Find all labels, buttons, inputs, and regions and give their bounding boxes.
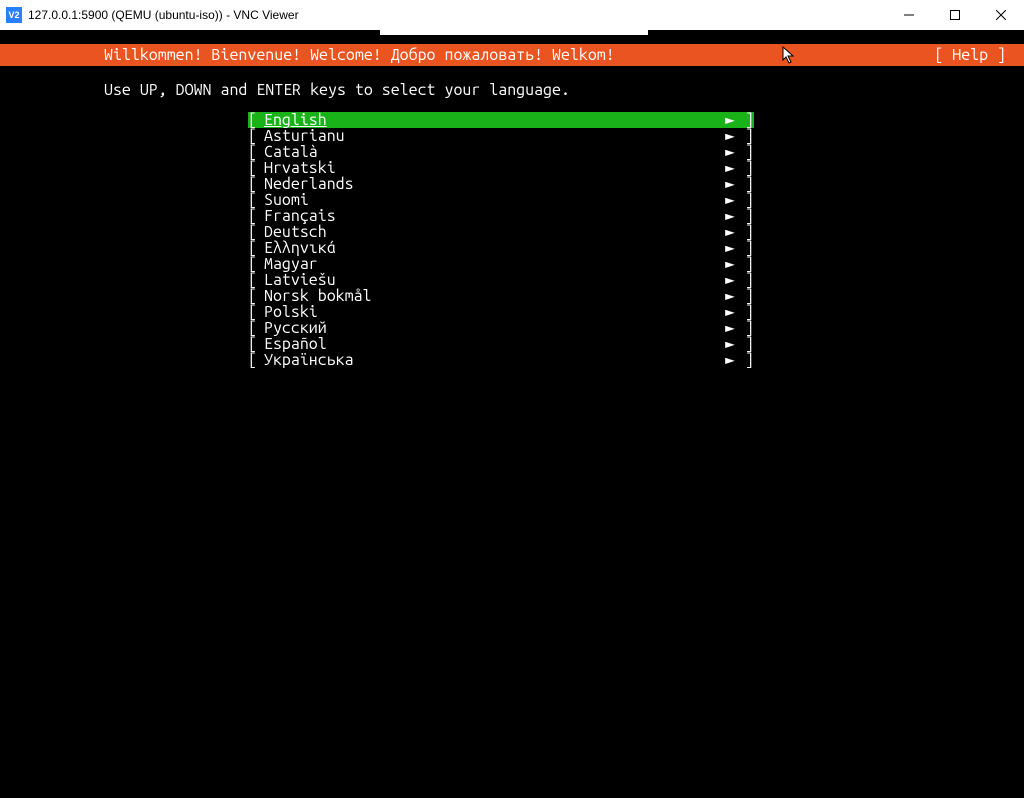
bracket-close: ] [738,144,754,160]
language-option[interactable]: [Hrvatski►] [248,160,754,176]
bracket-close: ] [738,304,754,320]
language-option[interactable]: [Nederlands►] [248,176,754,192]
language-option[interactable]: [English►] [248,112,754,128]
bracket-open: [ [248,336,264,352]
language-name: Català [264,144,722,160]
language-name: English [264,112,722,128]
language-name: Polski [264,304,722,320]
bracket-open: [ [248,160,264,176]
language-option[interactable]: [Ελληνικά►] [248,240,754,256]
welcome-text: Willkommen! Bienvenue! Welcome! Добро по… [14,47,934,63]
chevron-right-icon: ► [722,160,738,176]
chevron-right-icon: ► [722,320,738,336]
bracket-close: ] [738,112,754,128]
chevron-right-icon: ► [722,256,738,272]
top-strip [380,30,648,35]
language-option[interactable]: [Suomi►] [248,192,754,208]
chevron-right-icon: ► [722,128,738,144]
language-option[interactable]: [Français►] [248,208,754,224]
bracket-close: ] [738,208,754,224]
bracket-open: [ [248,128,264,144]
bracket-open: [ [248,272,264,288]
language-name: Asturianu [264,128,722,144]
language-name: Nederlands [264,176,722,192]
help-button[interactable]: [ Help ] [934,47,1010,63]
language-option[interactable]: [Català►] [248,144,754,160]
chevron-right-icon: ► [722,208,738,224]
bracket-close: ] [738,352,754,368]
chevron-right-icon: ► [722,272,738,288]
language-option[interactable]: [Magyar►] [248,256,754,272]
language-option[interactable]: [Norsk bokmål►] [248,288,754,304]
bracket-close: ] [738,176,754,192]
console-screen[interactable]: Willkommen! Bienvenue! Welcome! Добро по… [0,30,1024,798]
bracket-close: ] [738,240,754,256]
bracket-close: ] [738,336,754,352]
bracket-open: [ [248,352,264,368]
language-name: Русский [264,320,722,336]
language-name: Hrvatski [264,160,722,176]
minimize-button[interactable] [886,0,932,30]
language-name: Українська [264,352,722,368]
bracket-open: [ [248,224,264,240]
window-title: 127.0.0.1:5900 (QEMU (ubuntu-iso)) - VNC… [28,8,886,22]
chevron-right-icon: ► [722,352,738,368]
language-name: Suomi [264,192,722,208]
chevron-right-icon: ► [722,336,738,352]
bracket-open: [ [248,144,264,160]
language-option[interactable]: [Українська►] [248,352,754,368]
bracket-open: [ [248,320,264,336]
chevron-right-icon: ► [722,240,738,256]
bracket-open: [ [248,304,264,320]
chevron-right-icon: ► [722,192,738,208]
bracket-close: ] [738,224,754,240]
language-option[interactable]: [Latviešu►] [248,272,754,288]
language-name: Norsk bokmål [264,288,722,304]
bracket-open: [ [248,256,264,272]
chevron-right-icon: ► [722,112,738,128]
bracket-open: [ [248,288,264,304]
vnc-icon-text: V2 [8,10,19,20]
chevron-right-icon: ► [722,224,738,240]
bracket-close: ] [738,320,754,336]
window-controls [886,0,1024,30]
chevron-right-icon: ► [722,144,738,160]
bracket-close: ] [738,288,754,304]
language-option[interactable]: [Polski►] [248,304,754,320]
bracket-close: ] [738,256,754,272]
bracket-open: [ [248,240,264,256]
bracket-open: [ [248,176,264,192]
language-option[interactable]: [Русский►] [248,320,754,336]
bracket-close: ] [738,128,754,144]
close-button[interactable] [978,0,1024,30]
instruction-text: Use UP, DOWN and ENTER keys to select yo… [104,82,570,98]
language-name: Español [264,336,722,352]
bracket-close: ] [738,272,754,288]
chevron-right-icon: ► [722,288,738,304]
language-name: Deutsch [264,224,722,240]
bracket-open: [ [248,208,264,224]
language-option[interactable]: [Asturianu►] [248,128,754,144]
chevron-right-icon: ► [722,176,738,192]
bracket-open: [ [248,192,264,208]
language-option[interactable]: [Español►] [248,336,754,352]
language-name: Magyar [264,256,722,272]
language-name: Ελληνικά [264,240,722,256]
language-name: Latviešu [264,272,722,288]
language-list: [English►][Asturianu►][Català►][Hrvatski… [248,112,754,368]
bracket-close: ] [738,192,754,208]
bracket-close: ] [738,160,754,176]
vnc-app-icon: V2 [6,7,22,23]
language-option[interactable]: [Deutsch►] [248,224,754,240]
bracket-open: [ [248,112,264,128]
window-titlebar: V2 127.0.0.1:5900 (QEMU (ubuntu-iso)) - … [0,0,1024,30]
maximize-button[interactable] [932,0,978,30]
language-name: Français [264,208,722,224]
chevron-right-icon: ► [722,304,738,320]
header-bar: Willkommen! Bienvenue! Welcome! Добро по… [0,44,1024,66]
